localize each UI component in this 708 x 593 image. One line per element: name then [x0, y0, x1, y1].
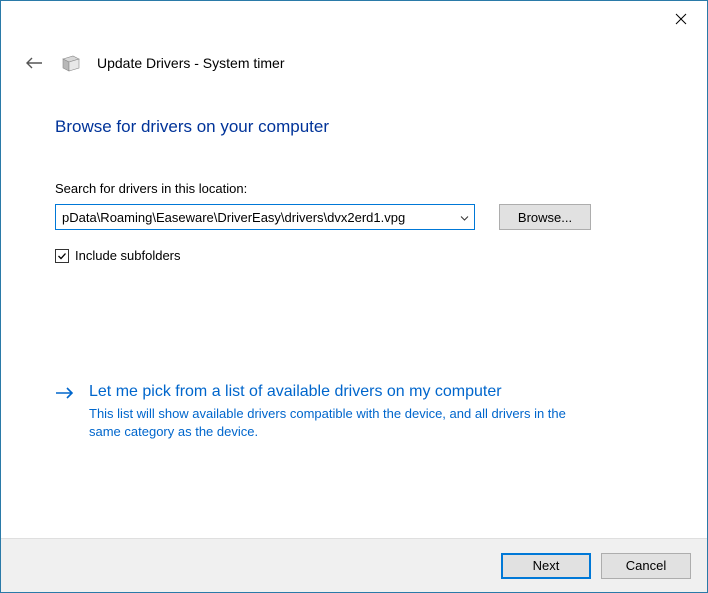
include-subfolders-label: Include subfolders	[75, 248, 181, 263]
include-subfolders-checkbox[interactable]: Include subfolders	[55, 248, 653, 263]
checkbox-box	[55, 249, 69, 263]
close-icon	[675, 13, 687, 25]
back-button[interactable]	[23, 52, 45, 74]
device-icon	[59, 51, 83, 75]
pick-text-block: Let me pick from a list of available dri…	[89, 383, 589, 441]
path-row: Browse...	[55, 204, 653, 230]
browse-button[interactable]: Browse...	[499, 204, 591, 230]
wizard-title: Update Drivers - System timer	[97, 55, 284, 71]
close-button[interactable]	[659, 4, 703, 34]
search-label: Search for drivers in this location:	[55, 181, 653, 196]
page-heading: Browse for drivers on your computer	[55, 117, 653, 137]
wizard-content: Browse for drivers on your computer Sear…	[1, 75, 707, 538]
titlebar	[1, 1, 707, 37]
pick-description: This list will show available drivers co…	[89, 405, 589, 441]
checkmark-icon	[57, 251, 67, 261]
path-input[interactable]	[55, 204, 475, 230]
path-combobox[interactable]	[55, 204, 475, 230]
next-button[interactable]: Next	[501, 553, 591, 579]
wizard-footer: Next Cancel	[1, 538, 707, 592]
pick-title: Let me pick from a list of available dri…	[89, 383, 589, 401]
update-drivers-window: Update Drivers - System timer Browse for…	[0, 0, 708, 593]
pick-from-list-link[interactable]: Let me pick from a list of available dri…	[55, 383, 653, 441]
right-arrow-icon	[55, 383, 77, 441]
wizard-header: Update Drivers - System timer	[1, 37, 707, 75]
cancel-button[interactable]: Cancel	[601, 553, 691, 579]
back-arrow-icon	[25, 56, 43, 70]
